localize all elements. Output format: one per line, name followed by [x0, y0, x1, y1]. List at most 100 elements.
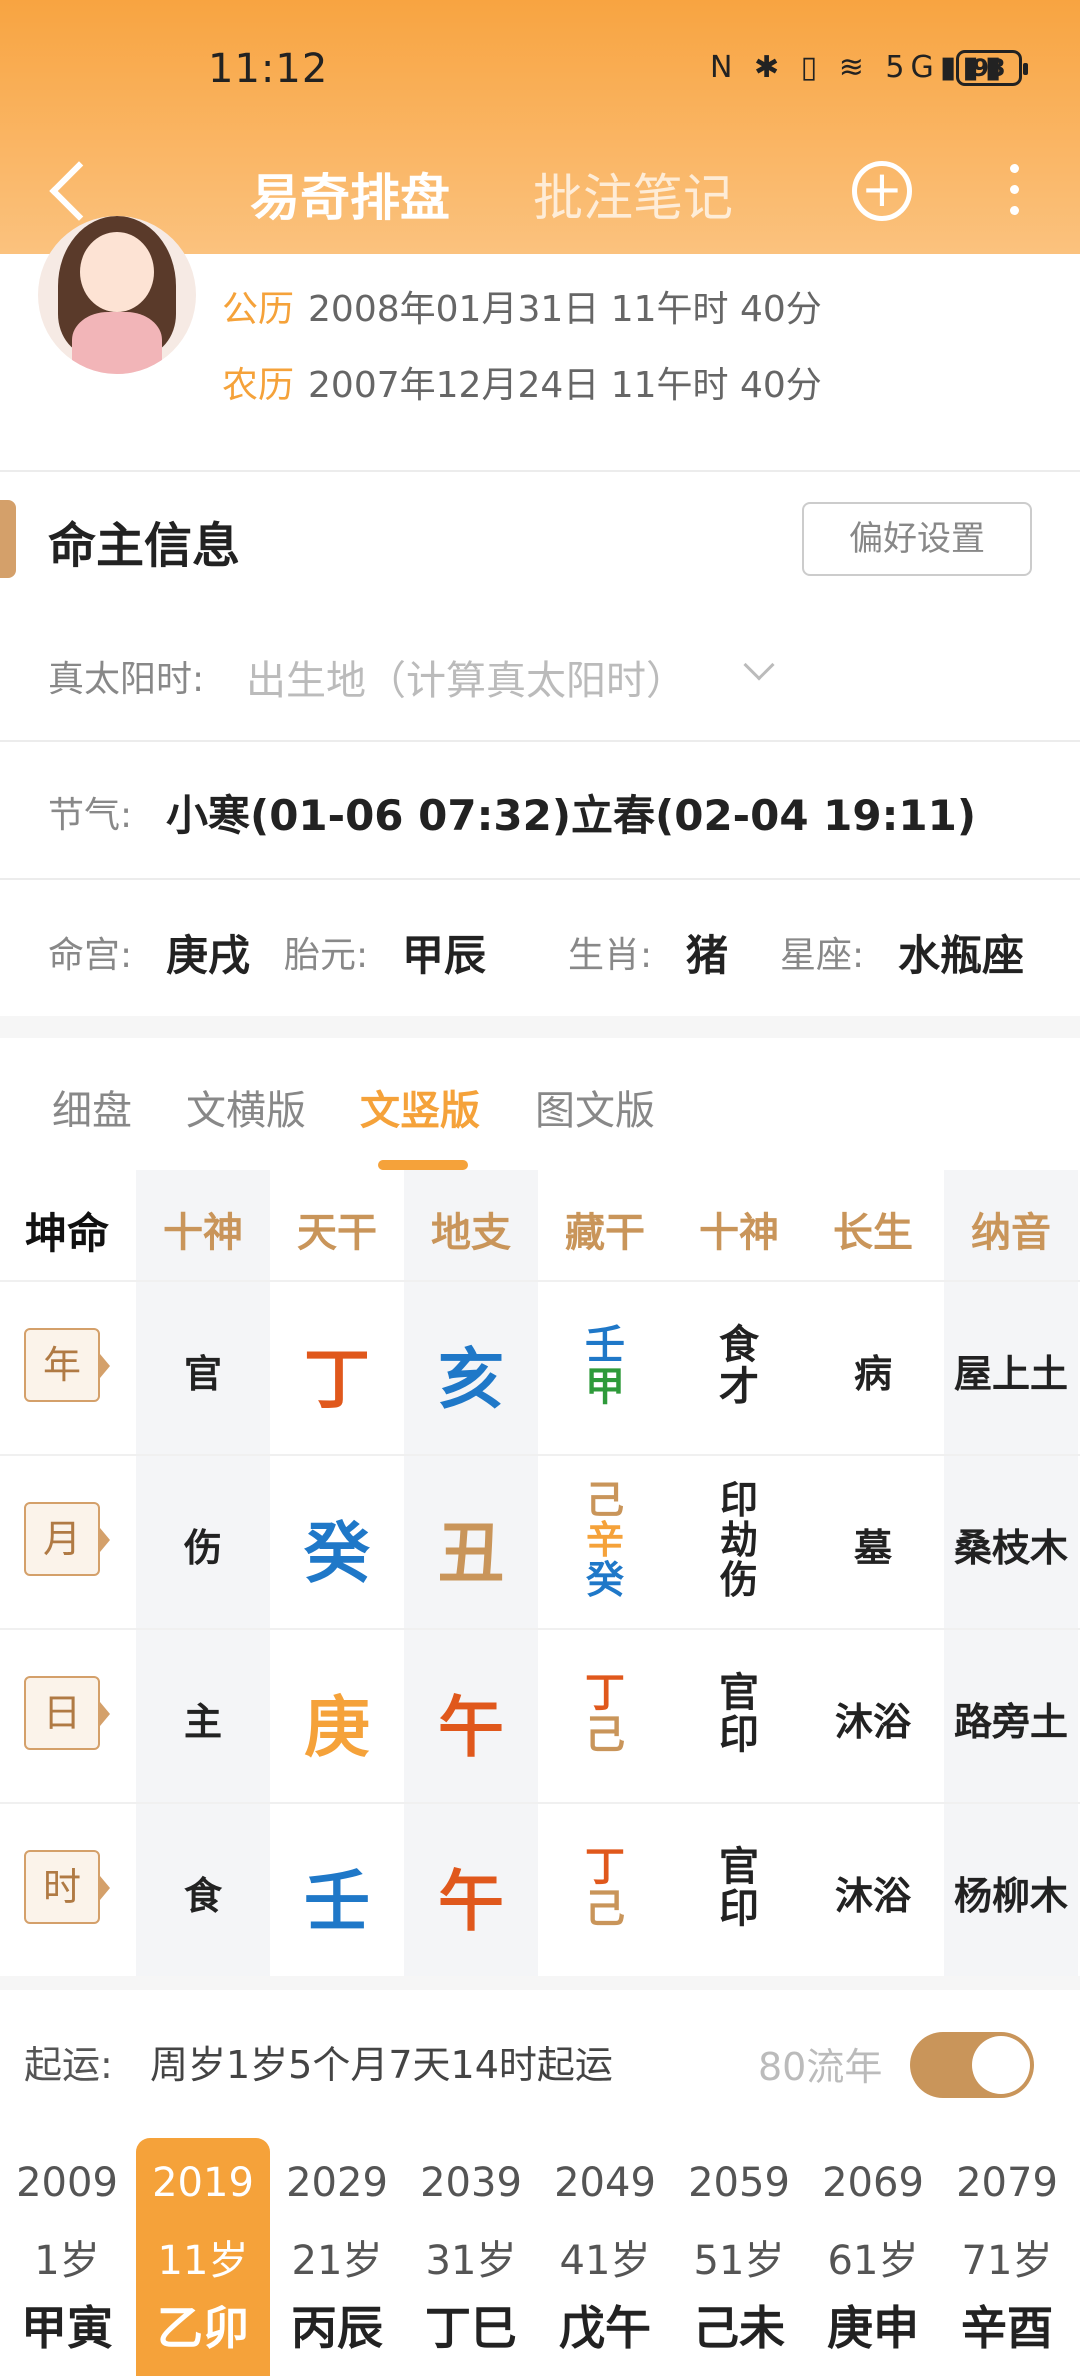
dayun-item[interactable]: 2039 31岁 丁巳 — [404, 2138, 538, 2376]
tab-horizontal-text[interactable]: 文横版 — [186, 1078, 306, 1136]
column-header: 天干 — [297, 1210, 377, 1256]
dayun-list: 2009 1岁 甲寅 2019 11岁 乙卯 2029 21岁 丙辰 2039 31岁 丁巳 2049 4… — [0, 2138, 1080, 2376]
liunian-label: 80流年 — [758, 2045, 883, 2089]
pillar-label[interactable]: 月 — [24, 1502, 110, 1576]
tab-yiqi-paipan[interactable]: 易奇排盘 — [250, 158, 450, 230]
status-time: 11:12 — [208, 46, 329, 92]
tab-annotation-notes[interactable]: 批注笔记 — [533, 158, 733, 230]
lunar-value: 2007年12月24日 11午时 40分 — [308, 365, 822, 406]
earthly-branch: 午 — [438, 1863, 504, 1941]
nayin-column: 纳音 — [944, 1170, 1078, 1976]
dayun-age: 21岁 — [291, 2238, 383, 2284]
dayun-item[interactable]: 2059 51岁 己未 — [672, 2138, 806, 2376]
jieqi-label: 节气: — [48, 795, 133, 836]
solar-value: 2008年01月31日 11午时 40分 — [308, 289, 822, 330]
dayun-item[interactable]: 2079 71岁 辛酉 — [940, 2138, 1074, 2376]
dayun-item[interactable]: 2019 11岁 乙卯 — [136, 2138, 270, 2376]
dayun-year: 2069 — [822, 2160, 924, 2206]
pillar-label[interactable]: 日 — [24, 1676, 110, 1750]
dayun-age: 11岁 — [157, 2238, 249, 2284]
life-stage: 墓 — [853, 1526, 892, 1571]
heavenly-stem: 丁 — [304, 1341, 370, 1419]
dayun-item[interactable]: 2069 61岁庚申 — [806, 2138, 940, 2376]
solar-label: 公历 — [222, 289, 295, 330]
lunar-date: 农历 2007年12月24日 11午时 40分 — [222, 356, 822, 408]
preference-settings-button[interactable]: 偏好设置 — [802, 502, 1032, 576]
hidden-stem: 己 — [585, 1478, 624, 1522]
ten-god: 官 — [719, 1844, 759, 1890]
ten-god: 才 — [719, 1364, 759, 1410]
birthplace-select[interactable]: 出生地（计算真太阳时） — [246, 648, 686, 706]
pillar-label[interactable]: 时 — [24, 1850, 110, 1924]
grid-divider — [0, 1802, 1080, 1804]
dayun-item[interactable]: 2009 1岁 甲寅 — [0, 2138, 134, 2376]
qiyun-row: 起运: 周岁1岁5个月7天14时起运 80流年 — [0, 1990, 1080, 2138]
profile-card: 公历 2008年01月31日 11午时 40分 农历 2007年12月24日 11午… — [0, 216, 1080, 470]
section-header: 命主信息 偏好设置 — [0, 470, 1080, 614]
layout-tabs: 细盘 文横版 文竖版 图文版 — [0, 1050, 1080, 1170]
ten-god: 伤 — [719, 1558, 758, 1602]
section-accent-bar — [0, 500, 16, 578]
xingzuo-value: 水瓶座 — [898, 931, 1025, 980]
ten-god: 主 — [183, 1700, 222, 1745]
life-stage: 沐浴 — [834, 1700, 911, 1745]
ten-god: 食 — [719, 1322, 759, 1368]
dayun-year: 2049 — [554, 2160, 656, 2206]
ten-god: 官 — [719, 1670, 759, 1716]
hidden-stem: 丁 — [585, 1670, 625, 1716]
dayun-item[interactable]: 2029 21岁 丙辰 — [270, 2138, 404, 2376]
earthly-branch: 丑 — [438, 1515, 504, 1593]
shishen-column: 十神 — [136, 1170, 270, 1976]
jieqi-value: 小寒(01-06 07:32)立春(02-04 19:11) — [166, 791, 977, 840]
column-header: 藏干 — [565, 1210, 645, 1256]
gender-label: 坤命 — [24, 1209, 109, 1258]
true-solar-time-row[interactable]: 真太阳时: 出生地（计算真太阳时） — [0, 642, 1080, 742]
heavenly-stem: 壬 — [304, 1863, 370, 1941]
back-icon[interactable] — [49, 161, 109, 221]
qiyun-value: 周岁1岁5个月7天14时起运 — [150, 2043, 613, 2087]
dayun-item[interactable]: 2049 41岁 戊午 — [538, 2138, 672, 2376]
battery-icon: 93 — [956, 50, 1028, 86]
add-icon[interactable]: + — [852, 161, 912, 221]
section-gap — [0, 1016, 1080, 1038]
dayun-age: 61岁 — [827, 2238, 919, 2284]
dayun-year: 2079 — [956, 2160, 1058, 2206]
dayun-age: 71岁 — [961, 2238, 1053, 2284]
changsheng-column: 长生 — [806, 1170, 940, 1976]
liunian-toggle[interactable] — [910, 2032, 1034, 2098]
ten-god: 官 — [183, 1352, 222, 1397]
hidden-stem: 辛 — [585, 1518, 624, 1562]
tab-vertical-text[interactable]: 文竖版 — [360, 1078, 480, 1136]
hidden-stem: 己 — [585, 1712, 625, 1758]
hidden-stem: 丁 — [585, 1844, 625, 1890]
heavenly-stem: 庚 — [304, 1689, 370, 1767]
dayun-ganzhi: 丙辰 — [291, 2301, 383, 2355]
column-header: 地支 — [431, 1210, 511, 1256]
xingzuo-label: 星座: — [780, 935, 865, 976]
lunar-label: 农历 — [222, 365, 295, 406]
divider — [0, 878, 1080, 880]
true-solar-time-label: 真太阳时: — [48, 659, 205, 700]
tab-detail[interactable]: 细盘 — [52, 1078, 132, 1136]
ten-god: 印 — [719, 1478, 758, 1522]
jieqi-row: 节气: 小寒(01-06 07:32)立春(02-04 19:11) — [0, 782, 1080, 862]
status-bar: 11:12 N ✱ ▯ ≋ 5G▮▮▮ 93 — [0, 42, 1080, 102]
hidden-stem: 壬 — [585, 1322, 625, 1368]
solar-date: 公历 2008年01月31日 11午时 40分 — [222, 280, 822, 332]
avatar — [38, 216, 196, 374]
pillar-label[interactable]: 年 — [24, 1328, 110, 1402]
hidden-stem: 癸 — [585, 1558, 624, 1602]
nayin-value: 杨柳木 — [953, 1874, 1068, 1919]
dayun-ganzhi: 庚申 — [827, 2301, 919, 2355]
dayun-age: 1岁 — [34, 2238, 100, 2284]
chevron-down-icon[interactable] — [743, 649, 775, 681]
tab-image-text[interactable]: 图文版 — [535, 1078, 655, 1136]
column-header: 长生 — [833, 1210, 913, 1256]
more-icon[interactable] — [1008, 164, 1020, 220]
heavenly-stem: 癸 — [304, 1515, 370, 1593]
dayun-age: 51岁 — [693, 2238, 785, 2284]
life-stage: 沐浴 — [834, 1874, 911, 1919]
dayun-year: 2019 — [152, 2160, 254, 2206]
hidden-stem: 己 — [585, 1886, 625, 1932]
shengxiao-value: 猪 — [686, 931, 729, 980]
